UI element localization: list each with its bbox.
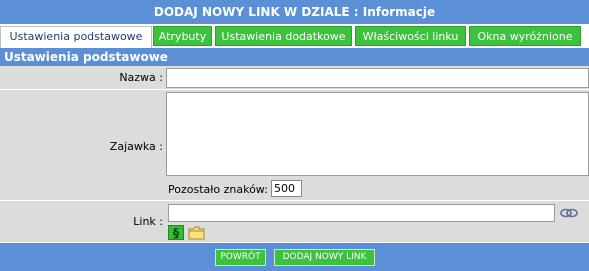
tab-basic-settings[interactable]: Ustawienia podstawowe (0, 26, 152, 48)
back-button[interactable]: POWRÓT (215, 249, 266, 266)
tab-link-properties[interactable]: Właściwości linku (355, 26, 466, 46)
section-title: Ustawienia podstawowe (0, 48, 589, 66)
link-icon[interactable] (560, 207, 578, 219)
teaser-textarea[interactable] (166, 92, 589, 176)
window-title: DODAJ NOWY LINK W DZIALE : Informacje (0, 0, 589, 24)
folder-icon[interactable] (188, 226, 205, 240)
tab-featured-windows[interactable]: Okna wyróżnione (469, 26, 581, 46)
footer-bar: POWRÓT DODAJ NOWY LINK (0, 243, 589, 271)
tab-attributes[interactable]: Atrybuty (153, 26, 212, 46)
tab-additional-settings[interactable]: Ustawienia dodatkowe (215, 26, 352, 46)
remaining-chars-counter: 500 (271, 180, 302, 197)
remaining-chars-label: Pozostało znaków: (168, 183, 268, 196)
form-row-name: Nazwa : (0, 66, 589, 90)
form-row-teaser: Zajawka : Pozostało znaków: 500 (0, 90, 589, 201)
link-label: Link : (133, 215, 163, 228)
name-input[interactable] (166, 68, 589, 88)
name-label: Nazwa : (119, 71, 163, 84)
teaser-label: Zajawka : (109, 140, 163, 153)
add-link-button[interactable]: DODAJ NOWY LINK (274, 249, 375, 266)
tab-bar: Ustawienia podstawowe Atrybuty Ustawieni… (0, 24, 589, 48)
form-row-link: Link : (0, 201, 589, 243)
link-input[interactable] (168, 204, 555, 222)
section-sign-icon[interactable]: § (168, 225, 184, 240)
